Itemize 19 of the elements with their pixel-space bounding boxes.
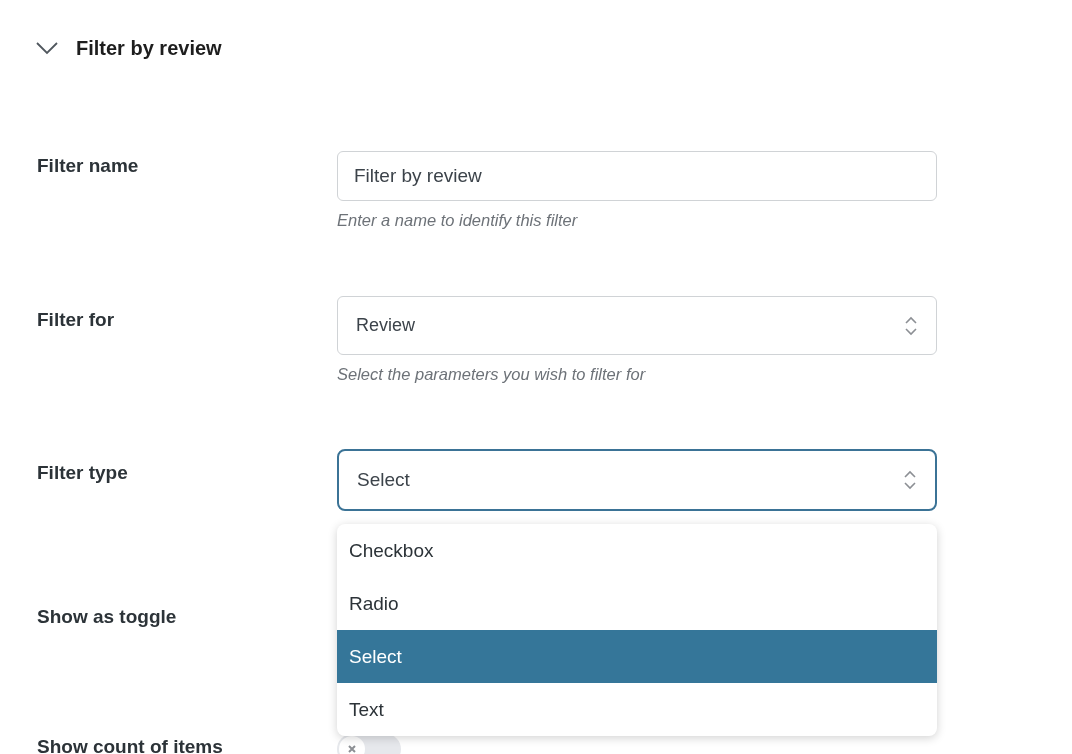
menu-option[interactable]: Checkbox bbox=[337, 524, 937, 577]
menu-option[interactable]: Radio bbox=[337, 577, 937, 630]
section-title: Filter by review bbox=[76, 36, 222, 60]
select-field[interactable]: Select bbox=[337, 449, 937, 511]
close-icon bbox=[347, 744, 357, 754]
help-text: Select the parameters you wish to filter for bbox=[337, 365, 647, 384]
updown-icon bbox=[903, 470, 917, 490]
select-field[interactable]: Review bbox=[337, 296, 937, 355]
field-label: Filter name bbox=[37, 155, 139, 176]
field-label: Show count of items bbox=[37, 736, 223, 754]
field-label: Show as toggle bbox=[37, 606, 177, 627]
filter-name-field[interactable]: Filter by review bbox=[337, 151, 937, 201]
menu-option[interactable]: Select bbox=[337, 630, 937, 683]
field-label: Filter type bbox=[37, 462, 128, 483]
help-text: Enter a name to identify this filter bbox=[337, 211, 579, 230]
updown-icon bbox=[904, 315, 918, 336]
menu-option[interactable]: Text bbox=[337, 683, 937, 736]
field-label: Filter for bbox=[37, 309, 115, 330]
chevron-icon[interactable] bbox=[36, 41, 58, 55]
